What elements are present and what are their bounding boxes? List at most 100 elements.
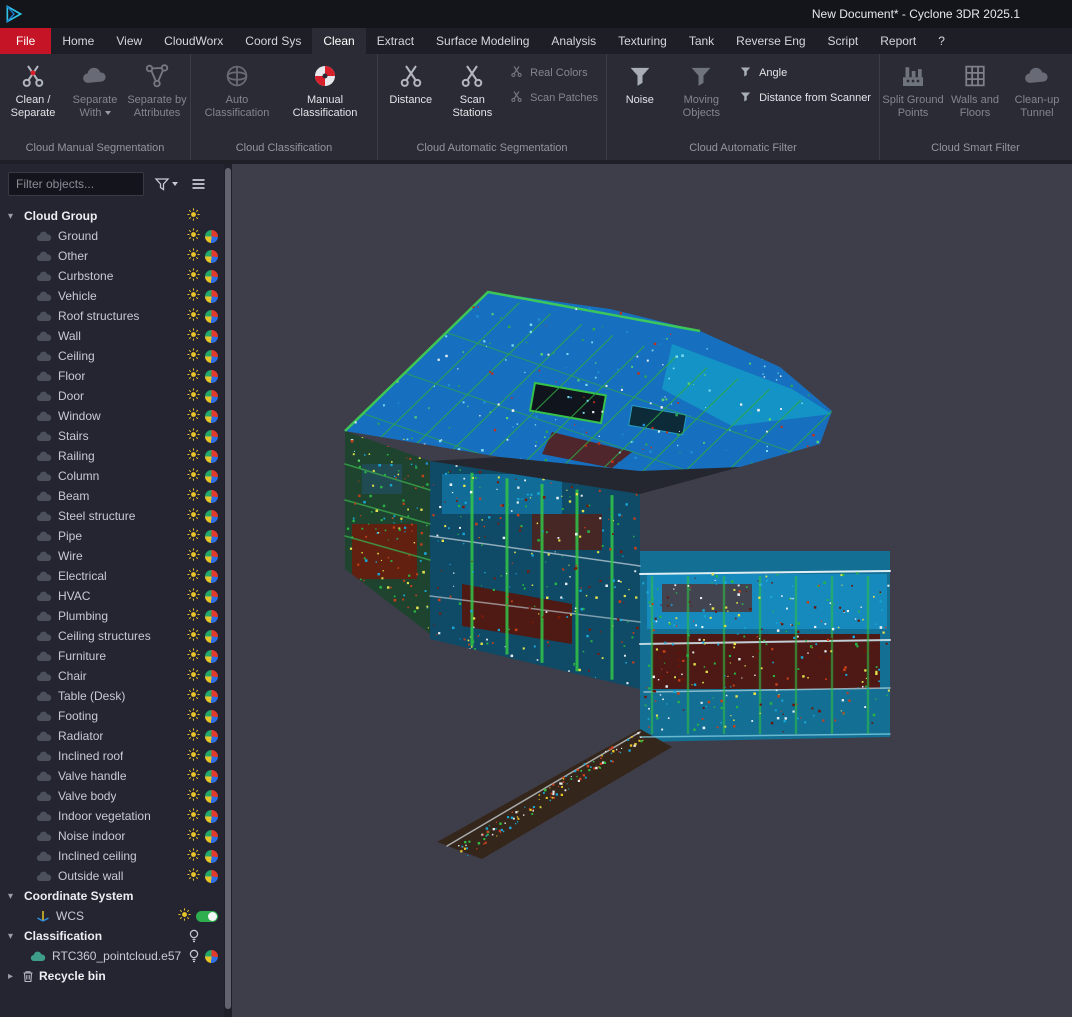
lightbulb-icon[interactable] xyxy=(188,949,200,963)
tree-item-wall[interactable]: Wall xyxy=(0,326,232,346)
visibility-sun-icon[interactable] xyxy=(187,608,200,624)
visibility-sun-icon[interactable] xyxy=(187,568,200,584)
tab-home[interactable]: Home xyxy=(51,28,105,54)
classification-pie-icon[interactable] xyxy=(205,370,218,383)
auto-classification-button[interactable]: Auto Classification xyxy=(193,56,281,119)
visibility-sun-icon[interactable] xyxy=(187,808,200,824)
tab-reverse-eng[interactable]: Reverse Eng xyxy=(725,28,816,54)
tab-cloudworx[interactable]: CloudWorx xyxy=(153,28,234,54)
tree-item-steel-structure[interactable]: Steel structure xyxy=(0,506,232,526)
classification-pie-icon[interactable] xyxy=(205,610,218,623)
tab-file[interactable]: File xyxy=(0,28,51,54)
classification-pie-icon[interactable] xyxy=(205,870,218,883)
tab-analysis[interactable]: Analysis xyxy=(540,28,607,54)
scan-patches-button[interactable]: Scan Patches xyxy=(509,87,598,109)
tree-item-curbstone[interactable]: Curbstone xyxy=(0,266,232,286)
visibility-sun-icon[interactable] xyxy=(187,768,200,784)
tree-item-valve-handle[interactable]: Valve handle xyxy=(0,766,232,786)
noise-button[interactable]: Noise xyxy=(609,56,671,107)
tree-item-ceiling-structures[interactable]: Ceiling structures xyxy=(0,626,232,646)
tree-menu-button[interactable] xyxy=(188,174,209,194)
classification-pie-icon[interactable] xyxy=(205,470,218,483)
tree-scrollbar[interactable] xyxy=(224,164,232,1017)
distance-button[interactable]: Distance xyxy=(380,56,442,107)
classification-pie-icon[interactable] xyxy=(205,250,218,263)
tree-item-footing[interactable]: Footing xyxy=(0,706,232,726)
tree-item-wire[interactable]: Wire xyxy=(0,546,232,566)
tree-item-vehicle[interactable]: Vehicle xyxy=(0,286,232,306)
chevron-expanded-icon[interactable]: ▾ xyxy=(8,891,22,902)
distance-from-scanner-button[interactable]: Distance from Scanner xyxy=(738,87,871,109)
manual-classification-button[interactable]: Manual Classification xyxy=(281,56,369,119)
tree-item-stairs[interactable]: Stairs xyxy=(0,426,232,446)
tree-item-railing[interactable]: Railing xyxy=(0,446,232,466)
tree-item-indoor-vegetation[interactable]: Indoor vegetation xyxy=(0,806,232,826)
visibility-sun-icon[interactable] xyxy=(187,788,200,804)
classification-pie-icon[interactable] xyxy=(205,390,218,403)
classification-pie-icon[interactable] xyxy=(205,750,218,763)
classification-pie-icon[interactable] xyxy=(205,570,218,583)
split-ground-points-button[interactable]: Split Ground Points xyxy=(882,56,944,119)
tree-item-floor[interactable]: Floor xyxy=(0,366,232,386)
tree-item-valve-body[interactable]: Valve body xyxy=(0,786,232,806)
classification-pie-icon[interactable] xyxy=(205,690,218,703)
classification-pie-icon[interactable] xyxy=(205,450,218,463)
separate-with-button[interactable]: Separate With xyxy=(64,56,126,119)
chevron-expanded-icon[interactable]: ▾ xyxy=(8,931,22,942)
visibility-sun-icon[interactable] xyxy=(187,688,200,704)
classification-pie-icon[interactable] xyxy=(205,830,218,843)
visibility-sun-icon[interactable] xyxy=(178,908,191,924)
tree-item-inclined-roof[interactable]: Inclined roof xyxy=(0,746,232,766)
scan-stations-button[interactable]: Scan Stations xyxy=(442,56,504,119)
wcs-toggle[interactable] xyxy=(196,911,218,922)
tree-group-classification[interactable]: ▾ Classification xyxy=(0,926,232,946)
clean-up-tunnel-button[interactable]: Clean-up Tunnel xyxy=(1006,56,1068,119)
tab-texturing[interactable]: Texturing xyxy=(607,28,678,54)
walls-and-floors-button[interactable]: Walls and Floors xyxy=(944,56,1006,119)
visibility-sun-icon[interactable] xyxy=(187,588,200,604)
visibility-sun-icon[interactable] xyxy=(187,448,200,464)
tree-group-cloud-group[interactable]: ▾ Cloud Group xyxy=(0,206,232,226)
tree-item-table-desk[interactable]: Table (Desk) xyxy=(0,686,232,706)
visibility-sun-icon[interactable] xyxy=(187,428,200,444)
tab-view[interactable]: View xyxy=(105,28,153,54)
visibility-sun-icon[interactable] xyxy=(187,288,200,304)
visibility-sun-icon[interactable] xyxy=(187,868,200,884)
tab-script[interactable]: Script xyxy=(817,28,870,54)
separate-by-attributes-button[interactable]: Separate by Attributes xyxy=(126,56,188,119)
tree-item-rtc360-pointcloud[interactable]: RTC360_pointcloud.e57 xyxy=(0,946,232,966)
tree-group-coordinate-system[interactable]: ▾ Coordinate System xyxy=(0,886,232,906)
visibility-sun-icon[interactable] xyxy=(187,468,200,484)
tree-item-other[interactable]: Other xyxy=(0,246,232,266)
visibility-sun-icon[interactable] xyxy=(187,388,200,404)
visibility-sun-icon[interactable] xyxy=(187,548,200,564)
classification-pie-icon[interactable] xyxy=(205,430,218,443)
classification-pie-icon[interactable] xyxy=(205,810,218,823)
classification-pie-icon[interactable] xyxy=(205,730,218,743)
tree-item-beam[interactable]: Beam xyxy=(0,486,232,506)
classification-pie-icon[interactable] xyxy=(205,490,218,503)
classification-pie-icon[interactable] xyxy=(205,590,218,603)
tree-item-furniture[interactable]: Furniture xyxy=(0,646,232,666)
classification-pie-icon[interactable] xyxy=(205,670,218,683)
tree-item-chair[interactable]: Chair xyxy=(0,666,232,686)
tree-item-wcs[interactable]: WCS xyxy=(0,906,232,926)
real-colors-button[interactable]: Real Colors xyxy=(509,62,598,84)
clean-separate-button[interactable]: Clean / Separate xyxy=(2,56,64,119)
classification-pie-icon[interactable] xyxy=(205,710,218,723)
classification-pie-icon[interactable] xyxy=(205,410,218,423)
visibility-sun-icon[interactable] xyxy=(187,308,200,324)
tree-item-electrical[interactable]: Electrical xyxy=(0,566,232,586)
chevron-expanded-icon[interactable]: ▾ xyxy=(8,211,22,222)
filter-objects-input[interactable] xyxy=(8,172,144,196)
visibility-sun-icon[interactable] xyxy=(187,668,200,684)
visibility-sun-icon[interactable] xyxy=(187,348,200,364)
visibility-sun-icon[interactable] xyxy=(187,248,200,264)
tree-item-pipe[interactable]: Pipe xyxy=(0,526,232,546)
chevron-collapsed-icon[interactable]: ▸ xyxy=(8,971,22,982)
scrollbar-thumb[interactable] xyxy=(225,168,231,1009)
classification-pie-icon[interactable] xyxy=(205,230,218,243)
tree-item-hvac[interactable]: HVAC xyxy=(0,586,232,606)
visibility-sun-icon[interactable] xyxy=(187,208,200,224)
visibility-sun-icon[interactable] xyxy=(187,708,200,724)
